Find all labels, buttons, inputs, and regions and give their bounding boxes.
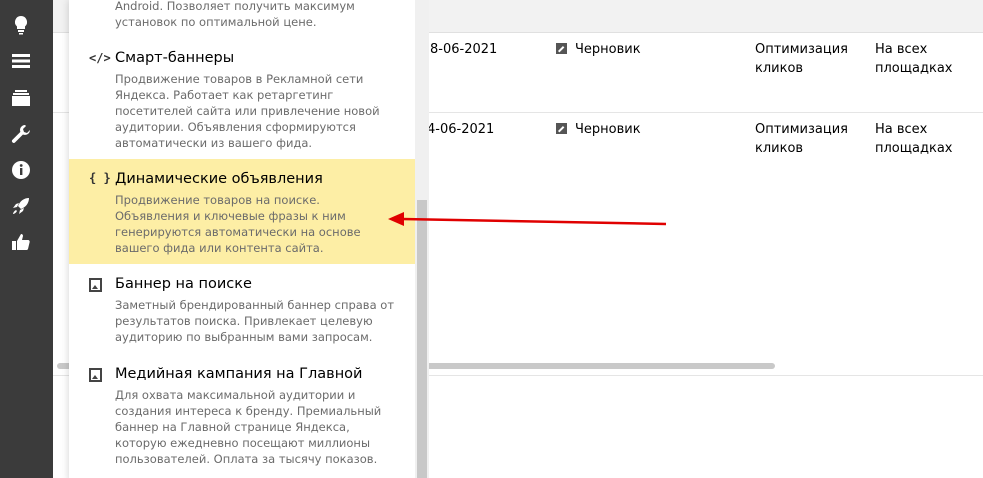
lightbulb-icon[interactable] xyxy=(10,14,32,36)
thumbs-up-icon[interactable] xyxy=(10,231,32,253)
menu-item-smart-banners[interactable]: </> Смарт-баннеры Продвижение товаров в … xyxy=(69,48,415,156)
row-2-date: 4-06-2021 xyxy=(427,122,495,137)
row-1-date: 8-06-2021 xyxy=(430,42,498,57)
menu-item-desc: Для охвата максимальной аудитории и созд… xyxy=(115,388,382,466)
left-sidebar xyxy=(0,0,53,478)
row-2-placement: На всех площадках xyxy=(875,122,953,156)
stack-icon[interactable] xyxy=(10,87,32,109)
menu-scrollbar-thumb[interactable] xyxy=(417,200,427,478)
menu-item-desc: Android. Позволяет получить максимум уст… xyxy=(115,0,355,29)
menu-item-title: Динамические объявления xyxy=(115,171,323,187)
row-2-status: Черновик xyxy=(556,120,641,139)
menu-item-desc: Продвижение товаров на поиске. Объявлени… xyxy=(115,193,361,255)
menu-item-mobile-app[interactable]: Android. Позволяет получить максимум уст… xyxy=(69,0,415,35)
code-icon: </> xyxy=(89,51,111,65)
menu-item-title: Медийная кампания на Главной xyxy=(115,366,363,382)
row-1-strategy: Оптимизация кликов xyxy=(755,42,849,76)
menu-item-homepage-media[interactable]: Медийная кампания на Главной Для охвата … xyxy=(69,364,415,474)
list-icon[interactable] xyxy=(10,50,32,72)
rocket-icon[interactable] xyxy=(10,195,32,217)
image-icon xyxy=(89,368,102,382)
menu-item-desc: Заметный брендированный баннер справа от… xyxy=(115,298,395,344)
menu-item-dynamic-ads[interactable]: { } Динамические объявления Продвижение … xyxy=(69,159,415,264)
draft-icon xyxy=(556,43,567,54)
status-text: Черновик xyxy=(575,122,641,137)
braces-icon: { } xyxy=(89,171,111,185)
menu-item-desc: Продвижение товаров в Рекламной сети Янд… xyxy=(115,72,380,150)
status-text: Черновик xyxy=(575,42,641,57)
image-icon xyxy=(89,278,102,292)
wrench-icon[interactable] xyxy=(10,123,32,145)
row-2-strategy: Оптимизация кликов xyxy=(755,122,849,156)
row-1-status: Черновик xyxy=(556,40,641,59)
menu-item-title: Баннер на поиске xyxy=(115,276,252,292)
menu-item-search-banner[interactable]: Баннер на поиске Заметный брендированный… xyxy=(69,274,415,354)
menu-item-title: Смарт-баннеры xyxy=(115,50,235,66)
row-1-placement: На всех площадках xyxy=(875,42,953,76)
info-icon[interactable] xyxy=(10,159,32,181)
draft-icon xyxy=(556,123,567,134)
